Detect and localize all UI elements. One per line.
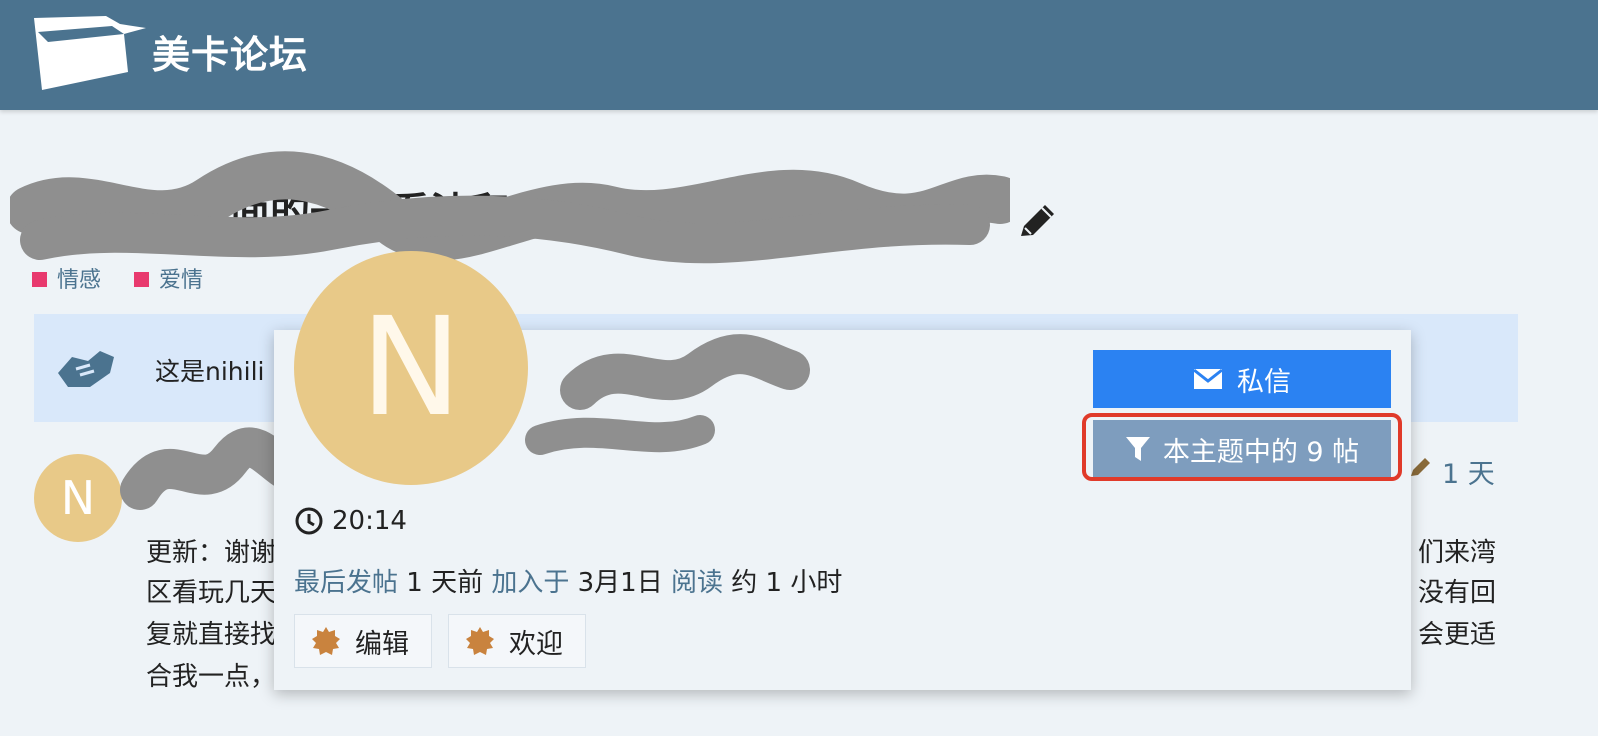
site-header: 美卡论坛 <box>0 0 1598 110</box>
envelope-icon <box>1193 368 1223 389</box>
clock-icon <box>295 507 323 535</box>
badge-icon <box>312 627 340 655</box>
badge-editor[interactable]: 编辑 <box>294 614 432 668</box>
handshake-icon <box>58 351 114 387</box>
post-text-line: 合我一点， <box>146 662 277 692</box>
last-post-label: 最后发帖 <box>294 568 399 598</box>
category-badge-love[interactable]: 爱情 <box>134 262 203 294</box>
read-time-value: 约 1 小时 <box>731 568 843 598</box>
post-text-line: 会更适 <box>1418 620 1497 650</box>
post-text-line: 区看玩几天 <box>146 578 277 608</box>
site-title[interactable]: 美卡论坛 <box>152 24 308 79</box>
badge-icon <box>466 627 494 655</box>
banner-text: 这是nihili <box>155 357 265 386</box>
joined-label: 加入于 <box>491 568 570 598</box>
post-text-line: 没有回 <box>1418 578 1497 608</box>
post-text-line: 复就直接找 <box>146 620 277 650</box>
joined-value: 3月1日 <box>577 568 663 598</box>
edit-title-pencil-icon[interactable] <box>1015 200 1059 244</box>
read-time-label: 阅读 <box>671 568 724 598</box>
category-color-swatch <box>32 271 47 287</box>
category-label: 情感 <box>57 268 102 293</box>
badge-label: 编辑 <box>355 628 409 660</box>
post-text-line: 更新：谢谢 <box>146 538 277 568</box>
post-date[interactable]: 1 天 <box>1442 452 1495 491</box>
site-logo-icon[interactable] <box>28 10 148 94</box>
local-time-value: 20:14 <box>332 506 407 536</box>
redaction-scribble <box>10 151 1010 264</box>
user-card-avatar[interactable]: N <box>294 251 528 485</box>
user-stats: 最后发帖 1 天前 加入于 3月1日 阅读 约 1 小时 <box>294 562 842 599</box>
local-time: 20:14 <box>294 506 407 536</box>
badge-label: 欢迎 <box>509 628 563 660</box>
redaction-scribble <box>525 334 810 455</box>
category-color-swatch <box>134 271 149 287</box>
message-button-label: 私信 <box>1237 366 1291 398</box>
badge-welcome[interactable]: 欢迎 <box>448 614 586 668</box>
highlight-box <box>1082 413 1402 481</box>
category-badge-emotion[interactable]: 情感 <box>32 262 101 294</box>
category-label: 爱情 <box>159 268 204 293</box>
post-text-line: 们来湾 <box>1418 538 1497 568</box>
last-post-value: 1 天前 <box>406 568 484 598</box>
post-author-avatar[interactable]: N <box>34 454 122 542</box>
post-edited-pencil-icon[interactable] <box>1408 454 1434 480</box>
message-button[interactable]: 私信 <box>1093 350 1391 408</box>
